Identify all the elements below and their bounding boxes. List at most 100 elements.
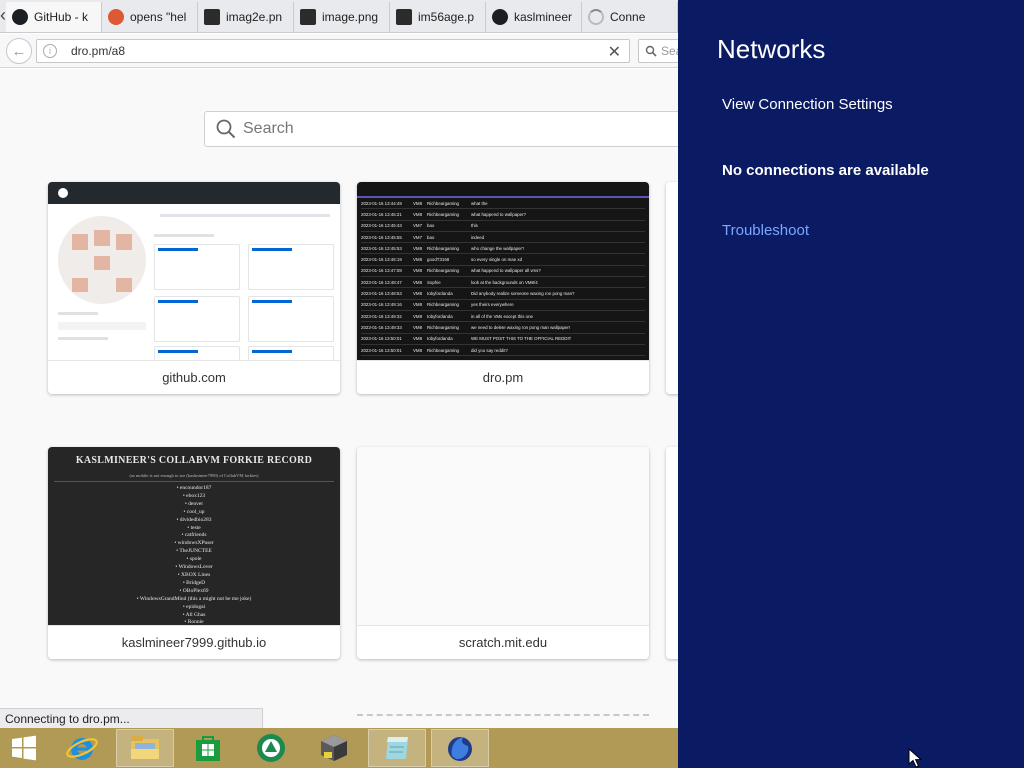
image-icon <box>300 9 316 25</box>
log-cell: 2023-01-16 13:48:53 <box>361 291 402 297</box>
tab-github[interactable]: GitHub - k <box>6 2 102 32</box>
log-row: 2023-01-16 13:49:32 VM8 tobyfordanda in all… <box>361 311 645 323</box>
log-cell: VM8 <box>413 324 423 330</box>
tab-strip: ‹ GitHub - k opens "hel imag2e.pn image.… <box>0 0 678 33</box>
log-cell: we need to delete waxing ron pong man wa… <box>471 324 571 330</box>
screen: ‹ GitHub - k opens "hel imag2e.pn image.… <box>0 0 1024 768</box>
log-row: 2023-01-16 13:49:33 VM8 Richbeargaming we n… <box>361 322 645 334</box>
mouse-cursor-icon <box>908 748 923 768</box>
image-icon <box>396 9 412 25</box>
internet-explorer-icon <box>66 738 98 760</box>
view-connection-settings-link[interactable]: View Connection Settings <box>722 96 893 113</box>
log-cell: Did anybody realize someone waxing ron p… <box>471 291 575 297</box>
log-cell: yes theirs everywhere <box>471 302 514 308</box>
log-cell: in all of the VMs except this one <box>471 313 533 319</box>
log-cell: 2023-01-16 13:50:01 <box>361 347 402 353</box>
log-cell: goodT3168 <box>427 257 450 263</box>
address-bar[interactable]: i dro.pm/a8 ✕ <box>36 39 630 63</box>
tab-im56age[interactable]: im56age.p <box>390 2 486 32</box>
taskbar-app-green[interactable] <box>242 729 300 767</box>
log-cell: tobyfordanda <box>427 291 453 297</box>
log-cell: VM8 <box>413 302 423 308</box>
tile-label: github.com <box>48 360 340 394</box>
list-item: • cool_up <box>183 508 205 515</box>
stop-icon[interactable]: ✕ <box>608 42 621 62</box>
tab-duckduckgo[interactable]: opens "hel <box>102 2 198 32</box>
log-cell: Richbeargaming <box>427 268 459 274</box>
top-site-tile-dro[interactable]: 2023-01-16 13:44:49 VM8 Richbeargaming what… <box>357 182 649 394</box>
log-cell: what the <box>471 200 488 206</box>
list-item: • BridgeD <box>182 579 206 586</box>
new-tab-page: Search github.com 2023-01-16 13:44:49 VM… <box>0 69 678 728</box>
tab-kaslmineer[interactable]: kaslmineer <box>486 2 582 32</box>
tab-label: kaslmineer <box>514 10 573 24</box>
thumbnail-subtitle: (as mobile is not enough to see (kaslmin… <box>129 473 259 478</box>
github-header <box>48 182 340 204</box>
log-cell: 2023-01-16 13:45:55 <box>361 234 402 240</box>
log-cell: tobyfordanda <box>427 336 453 342</box>
tile-label: scratch.mit.edu <box>357 625 649 659</box>
top-site-tile-partial[interactable] <box>666 447 678 659</box>
log-cell: 2023-01-16 13:50:01 <box>361 336 402 342</box>
troubleshoot-link[interactable]: Troubleshoot <box>722 222 809 239</box>
duckduckgo-icon <box>108 9 124 25</box>
top-site-tile-github[interactable]: github.com <box>48 182 340 394</box>
image-icon <box>204 9 220 25</box>
tab-connecting[interactable]: Conne <box>582 2 678 32</box>
taskbar-internet-explorer[interactable] <box>53 729 111 767</box>
log-cell: bao <box>427 223 435 229</box>
taskbar-app-notebook[interactable] <box>368 729 426 767</box>
page-search-input[interactable]: Search <box>204 111 678 147</box>
log-row: 2023-01-16 13:47:08 VM8 Richbeargaming what… <box>361 266 645 278</box>
log-cell: bao <box>427 234 435 240</box>
tab-label: im56age.p <box>418 10 475 24</box>
log-cell: Richbeargaming <box>427 324 459 330</box>
log-cell: 2023-01-16 13:47:08 <box>361 268 402 274</box>
log-cell: Richbeargaming <box>427 200 459 206</box>
start-button[interactable] <box>0 728 48 768</box>
taskbar <box>0 728 678 768</box>
list-item: • windowsXPuser <box>174 540 214 547</box>
windows-logo-icon <box>12 735 36 761</box>
status-bar: Connecting to dro.pm... <box>0 708 263 729</box>
log-cell: who change the wallpaper? <box>471 245 525 251</box>
log-cell: 2023-01-16 13:49:16 <box>361 302 402 308</box>
log-row: 2023-01-16 13:45:55 VM7 bao indeed <box>361 232 645 244</box>
log-cell: VM8 <box>413 245 423 251</box>
tab-image[interactable]: image.png <box>294 2 390 32</box>
list-item: • denver <box>184 500 204 507</box>
top-site-tile-kaslmineer[interactable]: KASLMINEER'S COLLABVM FORKIE RECORD (as … <box>48 447 340 659</box>
github-icon <box>58 188 68 198</box>
repo-card <box>154 296 240 342</box>
taskbar-app-cube[interactable] <box>305 729 363 767</box>
navigation-bar: ← i dro.pm/a8 ✕ Sea <box>0 34 698 68</box>
list-item: • OBoPlex69 <box>179 587 209 594</box>
taskbar-file-explorer[interactable] <box>116 729 174 767</box>
back-button[interactable]: ← <box>6 38 32 64</box>
avatar <box>58 216 146 304</box>
back-arrow-icon: ← <box>11 42 27 60</box>
tile-thumbnail <box>48 182 340 360</box>
tab-imag2e[interactable]: imag2e.pn <box>198 2 294 32</box>
list-item: • WindowsLover <box>175 564 213 571</box>
top-site-tile-partial[interactable] <box>666 182 678 394</box>
log-cell: what happend to wallpaper all vms? <box>471 268 541 274</box>
log-cell: 2023-01-16 13:45:43 <box>361 223 402 229</box>
notebook-icon <box>386 737 408 759</box>
green-app-icon <box>257 734 285 762</box>
info-icon[interactable]: i <box>43 44 57 58</box>
log-row: 2023-01-16 13:44:49 VM8 Richbeargaming what… <box>361 198 645 210</box>
tab-label: image.png <box>322 10 379 24</box>
taskbar-firefox[interactable] <box>431 729 489 767</box>
tab-label: imag2e.pn <box>226 10 283 24</box>
tile-label: kaslmineer7999.github.io <box>48 625 340 659</box>
search-icon <box>216 119 236 139</box>
log-cell: 2023-01-16 13:48:47 <box>361 279 402 285</box>
top-site-tile-scratch[interactable]: scratch.mit.edu <box>357 447 649 659</box>
taskbar-store[interactable] <box>179 729 237 767</box>
log-cell: Richbeargaming <box>427 211 459 217</box>
log-cell: VM8 <box>413 200 423 206</box>
repo-card <box>248 346 334 360</box>
log-cell: 2023-01-16 13:44:49 <box>361 200 402 206</box>
list-item: • epidogai <box>182 603 206 610</box>
